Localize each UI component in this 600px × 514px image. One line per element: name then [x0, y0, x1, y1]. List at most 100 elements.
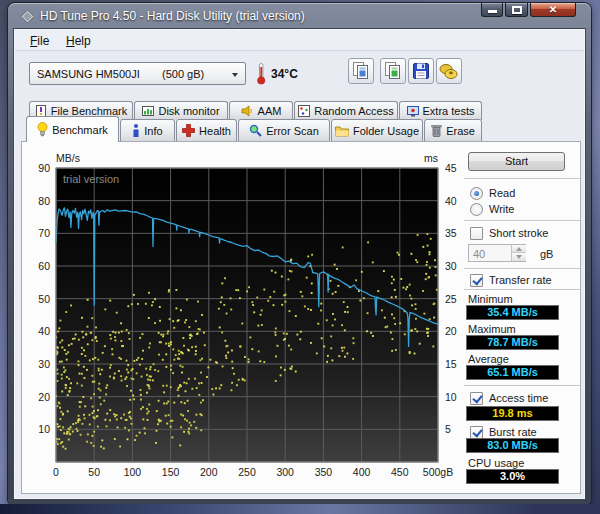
menu-help[interactable]: Help	[61, 32, 96, 50]
app-icon	[21, 10, 34, 23]
access-time-checkbox[interactable]	[470, 392, 483, 405]
separator	[464, 178, 580, 180]
magnifier-icon	[249, 124, 262, 137]
minimize-icon	[488, 10, 497, 13]
screenshot-icon	[381, 59, 405, 83]
tab-random-access[interactable]: Random Access	[294, 101, 398, 120]
separator	[464, 220, 580, 222]
tab-label: Info	[144, 125, 162, 137]
tab-error-scan[interactable]: Error Scan	[238, 119, 330, 142]
read-label: Read	[489, 187, 515, 199]
minimize-button[interactable]	[481, 3, 503, 17]
copy-to-clipboard-button[interactable]	[348, 58, 374, 84]
x-tick: 100	[124, 466, 142, 478]
y-right-tick: 10	[445, 391, 457, 403]
temperature-icon	[255, 62, 267, 85]
separator	[464, 385, 580, 387]
drive-selector[interactable]: SAMSUNG HM500JI (500 gB)	[29, 62, 246, 85]
tab-label: Disk monitor	[158, 105, 219, 117]
tab-erase[interactable]: Erase	[424, 119, 482, 142]
burst-rate-label: Burst rate	[489, 426, 537, 438]
x-tick: 250	[238, 466, 256, 478]
access-time-value: 19.8 ms	[466, 406, 559, 421]
x-tick: 50	[88, 466, 100, 478]
tab-disk-monitor[interactable]: Disk monitor	[134, 101, 228, 120]
y-left-tick: 50	[38, 293, 50, 305]
y-left-tick: 60	[38, 260, 50, 272]
benchmark-panel: 9080706050403020104540353025201510505010…	[21, 141, 581, 494]
tab-label: Erase	[446, 125, 475, 137]
window-title: HD Tune Pro 4.50 - Hard Disk Utility (tr…	[40, 9, 305, 23]
transfer-rate-checkbox[interactable]	[470, 274, 483, 287]
tab-label: Health	[199, 125, 231, 137]
floppy-disk-icon	[409, 59, 433, 83]
tab-health[interactable]: Health	[176, 119, 237, 142]
menu-file[interactable]: File	[25, 32, 54, 50]
benchmark-bulb-icon	[37, 122, 48, 137]
desktop-background: HD Tune Pro 4.50 - Hard Disk Utility (tr…	[0, 0, 600, 514]
maximize-icon	[512, 6, 522, 14]
spin-down-icon[interactable]	[512, 253, 526, 261]
short-stroke-unit: gB	[540, 248, 553, 260]
y-left-axis-label: MB/s	[56, 152, 80, 164]
copy-icon	[349, 59, 373, 83]
cpu-usage-value: 3.0%	[466, 469, 559, 484]
random-access-icon	[298, 105, 310, 117]
x-tick: 350	[315, 466, 333, 478]
benchmark-chart: 9080706050403020104540353025201510505010…	[22, 142, 462, 488]
average-label: Average	[468, 353, 509, 365]
copy-screenshot-button[interactable]	[380, 58, 406, 84]
tab-folder-usage[interactable]: Folder Usage	[331, 119, 423, 142]
y-right-tick: 5	[445, 423, 451, 435]
tab-benchmark[interactable]: Benchmark	[26, 116, 119, 142]
start-button[interactable]: Start	[468, 152, 565, 171]
save-button[interactable]	[408, 58, 434, 84]
y-left-tick: 70	[38, 227, 50, 239]
speaker-icon	[241, 105, 254, 117]
read-radio[interactable]	[470, 187, 483, 200]
close-icon: ✕	[531, 3, 575, 16]
extra-tests-icon	[407, 105, 419, 117]
write-label: Write	[489, 203, 514, 215]
write-radio[interactable]	[470, 203, 483, 216]
disks-icon	[437, 59, 461, 83]
maximum-label: Maximum	[468, 323, 516, 335]
app-window: HD Tune Pro 4.50 - Hard Disk Utility (tr…	[8, 3, 591, 505]
tab-extra-tests[interactable]: Extra tests	[399, 101, 482, 120]
transfer-rate-label: Transfer rate	[489, 274, 552, 286]
trash-icon	[431, 124, 442, 137]
separator	[464, 289, 580, 291]
spin-up-icon[interactable]	[512, 245, 526, 253]
y-left-tick: 20	[38, 391, 50, 403]
health-cross-icon	[182, 124, 195, 137]
y-right-tick: 20	[445, 325, 457, 337]
x-tick: 300	[276, 466, 294, 478]
y-left-tick: 10	[38, 423, 50, 435]
save-report-button[interactable]	[436, 58, 462, 84]
tab-label: Error Scan	[266, 125, 319, 137]
chevron-down-icon	[232, 73, 238, 77]
y-right-axis-label: ms	[424, 152, 438, 164]
tab-label: AAM	[258, 105, 282, 117]
x-tick: 450	[391, 466, 409, 478]
y-right-tick: 40	[445, 195, 457, 207]
separator	[464, 268, 580, 270]
tab-info[interactable]: Info	[120, 119, 175, 142]
minimum-value: 35.4 MB/s	[466, 305, 559, 320]
x-tick: 500gB	[423, 466, 453, 478]
y-left-tick: 90	[38, 162, 50, 174]
tab-aam[interactable]: AAM	[229, 101, 293, 120]
drive-capacity: (500 gB)	[162, 68, 204, 80]
y-right-tick: 25	[445, 293, 457, 305]
short-stroke-checkbox[interactable]	[470, 227, 483, 240]
x-tick: 0	[53, 466, 59, 478]
minimum-label: Minimum	[468, 293, 513, 305]
y-right-tick: 35	[445, 227, 457, 239]
client-area: File Help SAMSUNG HM500JI (500 gB) 34°C	[13, 28, 586, 500]
y-left-tick: 40	[38, 325, 50, 337]
maximize-button[interactable]	[505, 3, 528, 17]
short-stroke-spinner[interactable]: 40	[468, 244, 526, 262]
tab-label: Extra tests	[423, 105, 475, 117]
spinner-buttons	[511, 245, 525, 261]
close-button[interactable]: ✕	[530, 3, 576, 17]
